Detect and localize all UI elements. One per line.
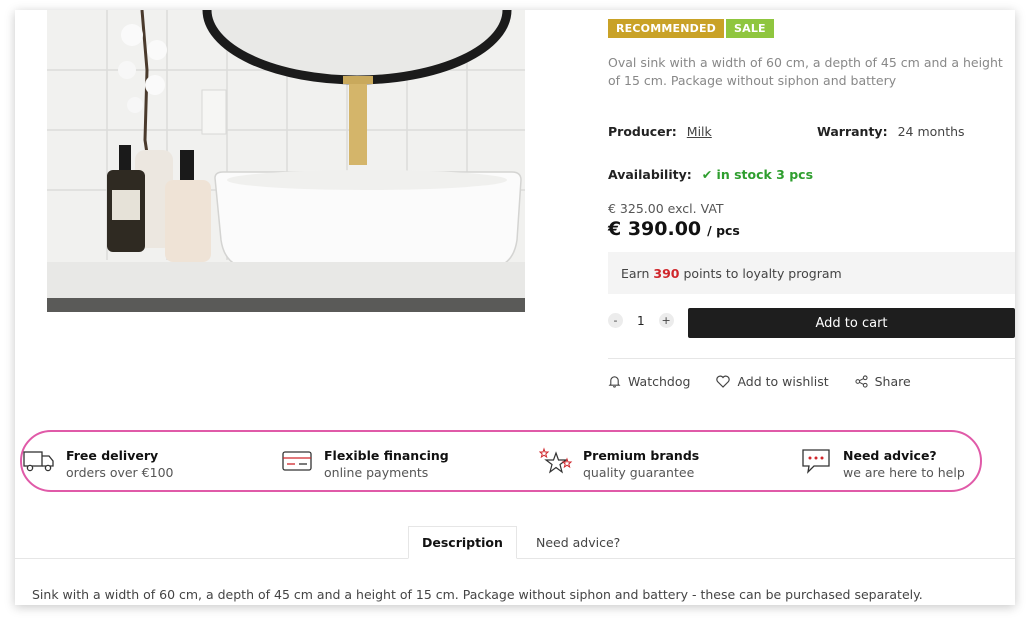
quantity-value[interactable]: 1 [637,314,645,328]
recommended-badge: RECOMMENDED [608,19,724,38]
loyalty-points: 390 [653,265,680,281]
feature-title: Free delivery [66,448,159,463]
stars-icon [539,447,573,475]
add-to-wishlist-button[interactable]: Add to wishlist [716,374,829,389]
truck-icon [22,447,56,475]
tab-need-advice[interactable]: Need advice? [523,526,633,558]
heart-icon [716,375,731,388]
description-text: Sink with a width of 60 cm, a depth of 4… [32,587,923,602]
warranty-row: Warranty: 24 months [817,124,965,139]
warranty-value: 24 months [897,124,965,139]
quantity-decrease-button[interactable]: - [608,313,623,328]
wishlist-label: Add to wishlist [737,374,829,389]
feature-subtitle: online payments [324,465,429,480]
product-card: RECOMMENDED SALE Oval sink with a width … [15,10,1015,605]
feature-title: Flexible financing [324,448,449,463]
price-excl-vat: € 325.00 excl. VAT [608,201,724,216]
share-icon [855,375,868,388]
loyalty-box: Earn 390 points to loyalty program [608,252,1015,294]
share-label: Share [874,374,911,389]
loyalty-suffix: points to loyalty program [683,265,842,281]
producer-row: Producer: Milk [608,124,712,139]
feature-title: Need advice? [843,448,937,463]
badge-group: RECOMMENDED SALE [608,19,774,38]
feature-subtitle: quality guarantee [583,465,695,480]
bell-icon [608,376,621,388]
quantity-increase-button[interactable]: + [658,313,674,328]
product-actions: Watchdog Add to wishlist Share [608,374,911,389]
price-row: € 390.00 / pcs [608,218,740,240]
feature-free-delivery: Free delivery orders over €100 [22,447,173,481]
share-button[interactable]: Share [855,374,911,389]
divider [608,358,1015,359]
feature-title: Premium brands [583,448,700,463]
product-image[interactable] [47,10,525,312]
short-description: Oval sink with a width of 60 cm, a depth… [608,55,1003,88]
loyalty-prefix: Earn [621,265,650,281]
feature-need-advice: Need advice? we are here to help [799,447,965,481]
tab-bar: Description Need advice? [15,526,1015,559]
feature-flexible-financing: Flexible financing online payments [280,447,449,481]
feature-subtitle: we are here to help [843,465,965,480]
feature-premium-brands: Premium brands quality guarantee [539,447,699,481]
producer-link[interactable]: Milk [687,124,712,139]
watchdog-button[interactable]: Watchdog [608,374,690,389]
availability-row: Availability: ✔ in stock 3 pcs [608,167,813,182]
feature-strip: Free delivery orders over €100 Flexible … [20,430,982,492]
quantity-stepper: - 1 + [608,313,674,328]
price-unit: / pcs [707,223,740,238]
producer-label: Producer: [608,124,677,139]
tab-description[interactable]: Description [408,526,517,559]
add-to-cart-button[interactable]: Add to cart [688,308,1015,338]
availability-value: ✔ in stock 3 pcs [701,167,814,182]
sink-photo [47,10,525,312]
card-icon [280,447,314,475]
feature-subtitle: orders over €100 [66,465,174,480]
chat-icon [799,447,833,475]
sale-badge: SALE [726,19,774,38]
price: € 390.00 [608,218,702,240]
warranty-label: Warranty: [817,124,888,139]
availability-label: Availability: [608,167,692,182]
watchdog-label: Watchdog [628,374,691,389]
